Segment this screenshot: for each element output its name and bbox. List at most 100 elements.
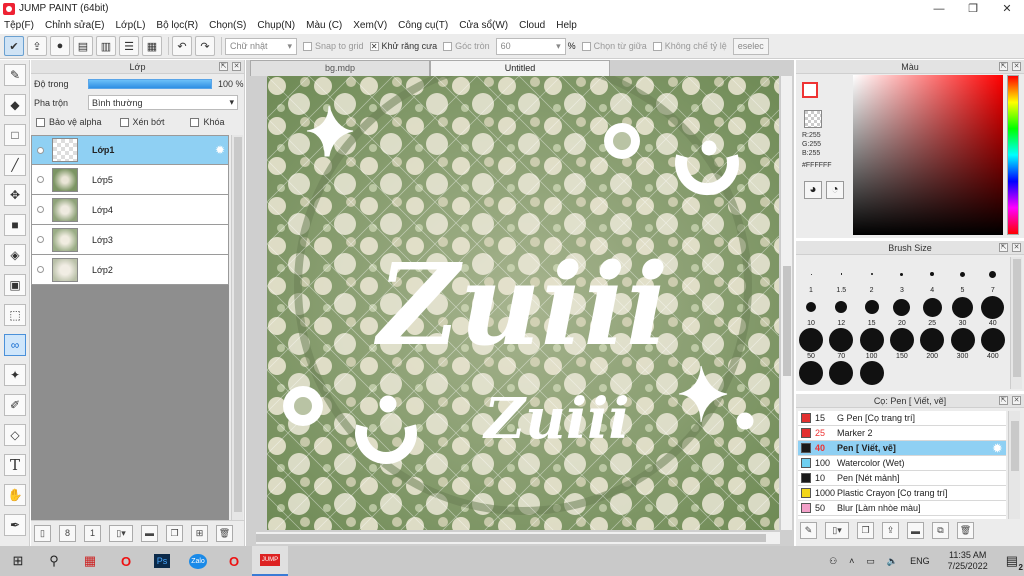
new-folder-button[interactable]: ▬ (141, 524, 158, 542)
panel-float-icon[interactable]: ⇱ (999, 62, 1008, 71)
layer-row[interactable]: Lớp2 (31, 255, 229, 285)
taskbar-jumppaint[interactable]: JUMP (252, 546, 288, 576)
shape-tool[interactable]: □ (4, 124, 26, 146)
text-tool[interactable]: T (4, 454, 26, 476)
brush-size-option[interactable]: 70 (826, 328, 856, 360)
menu-cloud[interactable]: Cloud (519, 20, 545, 31)
eraser-tool[interactable]: ◆ (4, 94, 26, 116)
protect-alpha-checkbox[interactable] (36, 117, 45, 127)
brush-size-option[interactable]: 1.5 (826, 263, 856, 294)
shape-select[interactable]: Chữ nhật ▾ (225, 37, 297, 55)
new-8bit-layer-button[interactable]: 8 (59, 524, 76, 542)
layer-row[interactable]: Lớp5 (31, 165, 229, 195)
gradient-tool[interactable]: ▣ (4, 274, 26, 296)
language-indicator[interactable]: ENG (910, 556, 930, 566)
add-layer-dropdown[interactable]: ▯▾ (109, 524, 133, 542)
frame-button[interactable]: ▤ (73, 36, 93, 56)
pen-folder-button[interactable]: ▬ (907, 522, 924, 539)
select-rect-tool[interactable]: ⬚ (4, 304, 26, 326)
lasso-tool[interactable]: ∞ (4, 334, 26, 356)
move-tool[interactable]: ✥ (4, 184, 26, 206)
redo-button[interactable]: ↷ (195, 36, 215, 56)
menu-window[interactable]: Cửa sổ(W) (459, 20, 508, 31)
panel-close-icon[interactable]: ✕ (1012, 243, 1021, 252)
palette-edit-button[interactable]: ◔ (826, 181, 844, 199)
corner-value-input[interactable]: 60 ▾ (495, 37, 566, 55)
brush-size-option[interactable]: 12 (826, 296, 856, 327)
menu-color[interactable]: Màu (C) (306, 20, 342, 31)
layer-row[interactable]: Lớp3 (31, 225, 229, 255)
magic-wand-tool[interactable]: ✦ (4, 364, 26, 386)
panel-close-icon[interactable]: ✕ (1012, 396, 1021, 405)
pen-export-button[interactable]: ⇪ (882, 522, 899, 539)
antialias-checkbox[interactable]: ✕ Khử răng cưa (369, 41, 437, 51)
transparent-swatch[interactable] (804, 110, 822, 128)
layer-row[interactable]: Lớp1 ✹ (31, 135, 229, 165)
lock-checkbox[interactable] (190, 117, 200, 127)
pen-item[interactable]: 10 Pen [Nét mảnh] (798, 471, 1006, 486)
search-button[interactable]: ⚲ (36, 546, 72, 576)
chevron-up-icon[interactable]: ˄ (849, 556, 854, 566)
notification-icon[interactable]: ▤ 2 (1006, 553, 1023, 572)
menu-layer[interactable]: Lớp(L) (116, 20, 146, 31)
fill-rect-tool[interactable]: ■ (4, 214, 26, 236)
visibility-icon[interactable] (37, 176, 44, 183)
new-layer-button[interactable]: ▯ (34, 524, 51, 542)
artwork-canvas[interactable]: Zuiii Zuiii (267, 76, 779, 530)
fixed-ratio-checkbox[interactable]: Không chế tỷ lệ (652, 41, 727, 51)
close-button[interactable]: ✕ (990, 0, 1024, 17)
pen-scrollbar[interactable] (1008, 411, 1020, 519)
eyedropper-tool[interactable]: ✒ (4, 514, 26, 536)
balloon-button[interactable]: ● (50, 36, 70, 56)
pen-item[interactable]: 40 Pen [ Viết, vẽ] ✹ (798, 441, 1006, 456)
brush-size-option[interactable]: 1 (796, 263, 826, 294)
brush-size-option[interactable]: 15 (857, 296, 887, 327)
brush-size-option[interactable]: 200 (917, 328, 947, 360)
layer-row[interactable]: Lớp4 (31, 195, 229, 225)
pen-item[interactable]: 1000 Plastic Crayon [Cọ trang trí] (798, 486, 1006, 501)
export-button[interactable]: ⇪ (27, 36, 47, 56)
panel-close-icon[interactable]: ✕ (1012, 62, 1021, 71)
select-pen-tool[interactable]: ✐ (4, 394, 26, 416)
brush-size-option[interactable]: 300 (948, 328, 978, 360)
taskbar-photoshop[interactable]: Ps (144, 546, 180, 576)
clip-checkbox[interactable] (119, 117, 129, 127)
visibility-icon[interactable] (37, 236, 44, 243)
gear-icon[interactable]: ✹ (215, 143, 225, 157)
brush-size-option[interactable]: 150 (887, 328, 917, 360)
canvas-horizontal-scrollbar[interactable] (256, 532, 780, 544)
hand-tool[interactable]: ✋ (4, 484, 26, 506)
line-tool[interactable]: ╱ (4, 154, 26, 176)
pen-tool[interactable]: ✎ (4, 64, 26, 86)
pen-copy-button[interactable]: ❐ (857, 522, 874, 539)
brush-size-option[interactable]: 2 (857, 263, 887, 294)
pen-item[interactable]: 25 Marker 2 (798, 426, 1006, 441)
brush-size-option[interactable]: 4 (917, 263, 947, 294)
start-button[interactable]: ⊞ (0, 546, 36, 576)
taskbar-app-red[interactable]: ▦ (72, 546, 108, 576)
pen-item[interactable]: 15 G Pen [Cọ trang trí] (798, 411, 1006, 426)
people-icon[interactable]: ⚇ (829, 556, 837, 567)
blend-mode-select[interactable]: Bình thường ▾ (88, 95, 238, 110)
gear-icon[interactable]: ✹ (993, 442, 1002, 455)
menu-capture[interactable]: Chụp(N) (257, 20, 295, 31)
brush-size-option[interactable]: 40 (978, 295, 1008, 327)
brush-size-option[interactable]: 25 (917, 296, 947, 327)
brush-size-option[interactable]: 30 (948, 296, 978, 327)
panel-float-icon[interactable]: ⇱ (219, 62, 228, 71)
page-button[interactable]: ▥ (96, 36, 116, 56)
delete-layer-button[interactable]: 🗑 (216, 524, 233, 542)
panel-float-icon[interactable]: ⇱ (999, 243, 1008, 252)
undo-button[interactable]: ↶ (172, 36, 192, 56)
layer-scrollbar[interactable] (231, 135, 243, 520)
maximize-button[interactable]: ❐ (956, 0, 990, 17)
select-center-checkbox[interactable]: Chọn từ giữa (581, 41, 647, 51)
brush-size-option[interactable]: 100 (857, 328, 887, 360)
taskbar-opera[interactable]: O (108, 546, 144, 576)
brush-size-option[interactable]: 5 (948, 263, 978, 294)
brush-size-option[interactable]: 10 (796, 296, 826, 327)
menu-select[interactable]: Chọn(S) (209, 20, 246, 31)
menu-help[interactable]: Help (556, 20, 577, 31)
brush-size-option[interactable]: 7 (978, 263, 1008, 294)
brush-scrollbar[interactable] (1010, 257, 1022, 389)
